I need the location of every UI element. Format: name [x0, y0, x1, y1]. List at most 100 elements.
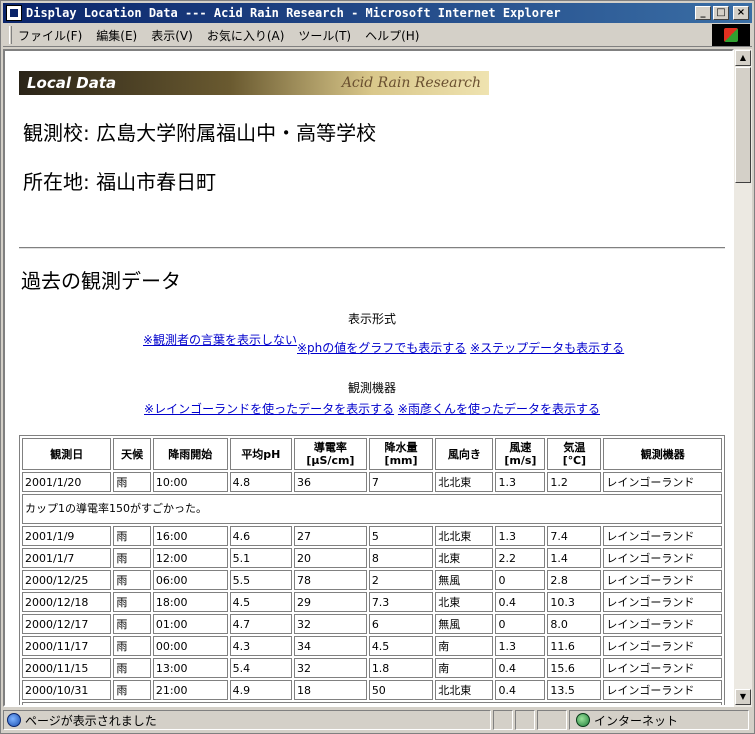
table-cell: 00:00 — [152, 636, 228, 656]
banner-local-data: Local Data — [27, 74, 117, 92]
column-header: 観測日 — [22, 438, 112, 470]
observer-comment-row: カップ1の導電率150がすごかった。 — [22, 494, 722, 524]
page-viewport[interactable]: Local Data Acid Rain Research 観測校: 広島大学附… — [3, 49, 734, 707]
table-cell: 5.5 — [229, 570, 293, 590]
table-cell: 0.4 — [495, 592, 546, 612]
table-cell: 4.3 — [229, 636, 293, 656]
menu-edit[interactable]: 編集(E) — [96, 27, 137, 44]
table-cell: 0 — [495, 614, 546, 634]
table-row: 2001/1/9 雨 16:00 4.6 27 5 北北東 1.3 7.4 レインゴーランド — [22, 526, 722, 546]
observer-comment: カップ1の導電率150がすごかった。 — [22, 494, 722, 524]
instrument-options-label: 観測機器 — [347, 381, 396, 395]
amehiko-data-link[interactable]: ※雨彦くんを使ったデータを表示する — [398, 402, 600, 416]
column-header: 風速 [m/s] — [495, 438, 546, 470]
table-cell: 32 — [294, 658, 367, 678]
hide-observer-comments-link[interactable]: ※観測者の言葉を表示しない — [143, 331, 297, 348]
table-cell: 4.5 — [368, 636, 434, 656]
table-cell: 13:00 — [152, 658, 228, 678]
show-step-data-link[interactable]: ※ステップデータも表示する — [470, 341, 624, 355]
toolbar-grip[interactable] — [9, 26, 12, 44]
scroll-thumb[interactable] — [735, 67, 751, 183]
table-cell: 10:00 — [152, 472, 228, 492]
menu-bar: ファイル(F) 編集(E) 表示(V) お気に入り(A) ツール(T) ヘルプ(… — [3, 24, 752, 47]
table-cell: 2000/11/17 — [22, 636, 112, 656]
table-cell: 5.4 — [229, 658, 293, 678]
internet-zone-icon — [576, 713, 590, 727]
table-cell: 20 — [294, 548, 367, 568]
table-cell: レインゴーランド — [603, 548, 722, 568]
location-address: 所在地: 福山市春日町 — [23, 170, 217, 194]
table-cell: 18:00 — [152, 592, 228, 612]
table-cell: 4.9 — [229, 680, 293, 700]
table-cell: 北東 — [435, 592, 494, 612]
table-cell: 11.6 — [547, 636, 602, 656]
status-blank-3 — [537, 710, 567, 730]
menu-favorites[interactable]: お気に入り(A) — [207, 27, 285, 44]
table-cell: 1.4 — [547, 548, 602, 568]
close-button[interactable]: × — [733, 6, 749, 20]
banner-acid-rain-research: Acid Rain Research — [341, 75, 481, 91]
table-cell: 0.4 — [495, 658, 546, 678]
table-cell: 2.8 — [547, 570, 602, 590]
maximize-button[interactable]: □ — [713, 6, 729, 20]
scroll-up-button[interactable]: ▲ — [735, 50, 751, 66]
table-cell: 雨 — [113, 548, 151, 568]
table-cell: 2000/10/31 — [22, 680, 112, 700]
table-cell: 7.3 — [368, 592, 434, 612]
vertical-scrollbar[interactable]: ▲ ▼ — [734, 49, 752, 707]
column-header: 導電率 [μS/cm] — [294, 438, 367, 470]
table-cell: 雨 — [113, 472, 151, 492]
table-cell: 1.3 — [495, 472, 546, 492]
table-cell: 無風 — [435, 614, 494, 634]
table-cell: 5 — [368, 526, 434, 546]
menu-tools[interactable]: ツール(T) — [298, 27, 351, 44]
table-cell: 1.3 — [495, 636, 546, 656]
status-bar: ページが表示されました インターネット — [3, 710, 752, 731]
status-message-cell: ページが表示されました — [3, 710, 491, 730]
table-cell: 無風 — [435, 570, 494, 590]
observation-table: 観測日 天候 降雨開始 平均pH 導電率 [μS/cm] 降水量 [mm] 風向き 風速 [m… — [19, 435, 725, 705]
menu-file[interactable]: ファイル(F) — [18, 27, 82, 44]
table-cell: レインゴーランド — [603, 680, 722, 700]
table-cell: 2 — [368, 570, 434, 590]
show-ph-graph-link[interactable]: ※phの値をグラフでも表示する — [297, 341, 466, 355]
table-cell: 雨 — [113, 614, 151, 634]
table-row: 2001/1/7 雨 12:00 5.1 20 8 北東 2.2 1.4 レインゴーランド — [22, 548, 722, 568]
menu-help[interactable]: ヘルプ(H) — [365, 27, 419, 44]
column-header: 観測機器 — [603, 438, 722, 470]
window-title: Display Location Data --- Acid Rain Rese… — [26, 6, 561, 20]
table-cell: 1.3 — [495, 526, 546, 546]
table-cell: 18 — [294, 680, 367, 700]
table-cell: 7 — [368, 472, 434, 492]
column-header: 天候 — [113, 438, 151, 470]
table-row: 2000/12/25 雨 06:00 5.5 78 2 無風 0 2.8 レインゴーランド — [22, 570, 722, 590]
observer-comment-row: この季節としてはめずらしいほどたくさん雨が降りました。11月1日は台湾付近にあっ… — [22, 702, 722, 705]
rain-go-land-data-link[interactable]: ※レインゴーランドを使ったデータを表示する — [144, 402, 394, 416]
minimize-button[interactable]: _ — [695, 6, 711, 20]
table-cell: 50 — [368, 680, 434, 700]
column-header: 降水量 [mm] — [368, 438, 434, 470]
status-blank-1 — [493, 710, 513, 730]
zone-label: インターネット — [594, 713, 679, 728]
browser-window: Display Location Data --- Acid Rain Rese… — [0, 0, 755, 734]
scroll-down-button[interactable]: ▼ — [735, 689, 751, 705]
ie-app-icon[interactable] — [6, 5, 22, 21]
instrument-options: 観測機器 ※レインゴーランドを使ったデータを表示する ※雨彦くんを使ったデータを… — [19, 379, 725, 417]
table-cell: 0 — [495, 570, 546, 590]
table-cell: 6 — [368, 614, 434, 634]
menu-view[interactable]: 表示(V) — [151, 27, 193, 44]
table-row: 2001/1/20 雨 10:00 4.8 36 7 北北東 1.3 1.2 レインゴーランド — [22, 472, 722, 492]
table-cell: 南 — [435, 658, 494, 678]
table-cell: 27 — [294, 526, 367, 546]
status-blank-2 — [515, 710, 535, 730]
table-cell: 06:00 — [152, 570, 228, 590]
display-options: 表示形式 ※観測者の言葉を表示しない ※phの値をグラフでも表示する ※ステップ… — [19, 310, 725, 355]
column-header: 風向き — [435, 438, 494, 470]
table-cell: 2001/1/20 — [22, 472, 112, 492]
table-cell: レインゴーランド — [603, 526, 722, 546]
table-cell: 雨 — [113, 526, 151, 546]
table-cell: 雨 — [113, 658, 151, 678]
table-cell: 2000/12/25 — [22, 570, 112, 590]
table-cell: 雨 — [113, 592, 151, 612]
title-bar: Display Location Data --- Acid Rain Rese… — [3, 3, 752, 23]
